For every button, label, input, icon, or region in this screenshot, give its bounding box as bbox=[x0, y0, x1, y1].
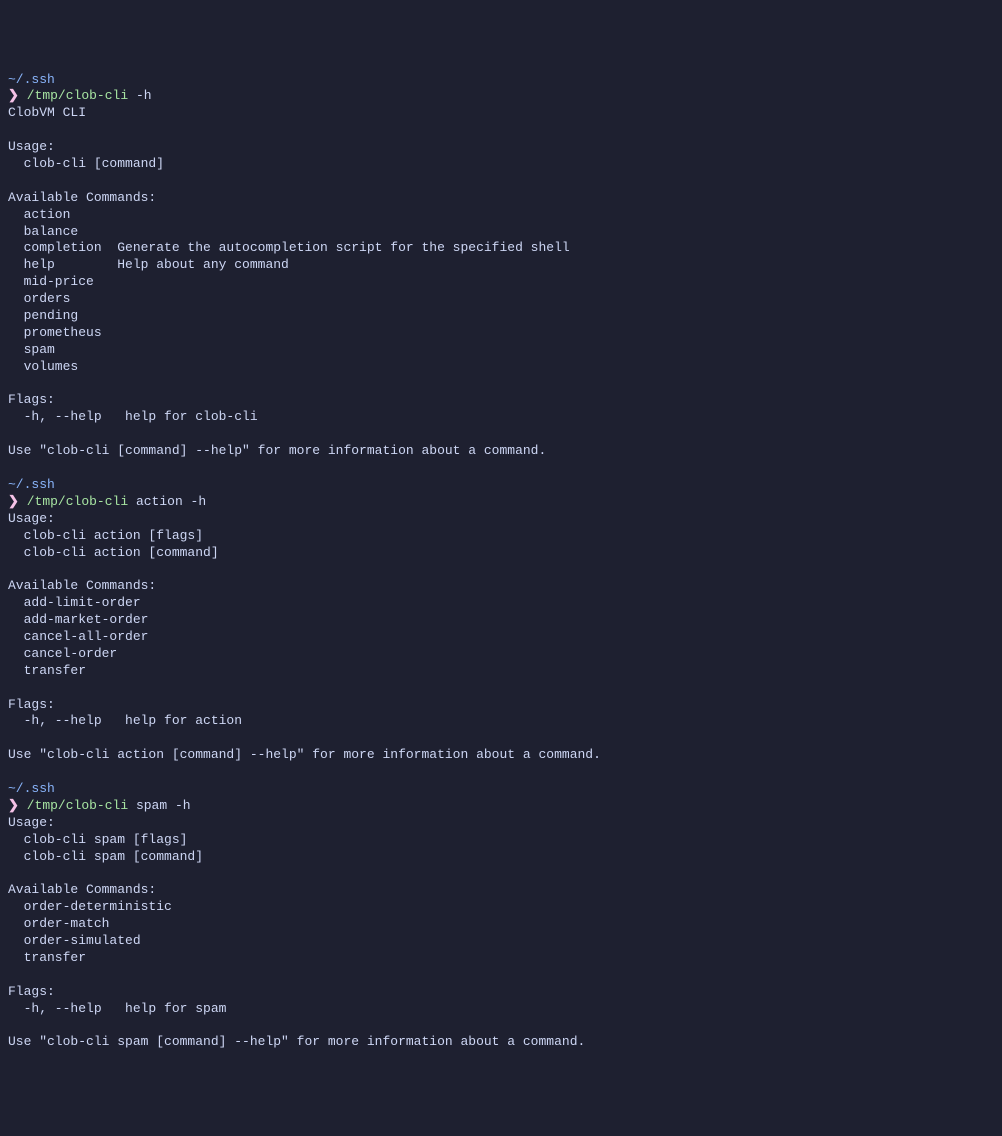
prompt-symbol: ❯ bbox=[8, 798, 19, 813]
prompt-symbol: ❯ bbox=[8, 88, 19, 103]
command-args: -h bbox=[128, 88, 151, 103]
prompt-symbol: ❯ bbox=[8, 494, 19, 509]
command-args: spam -h bbox=[128, 798, 190, 813]
command-text: /tmp/clob-cli bbox=[27, 88, 128, 103]
command-output: ClobVM CLI Usage: clob-cli [command] Ava… bbox=[8, 105, 570, 458]
cwd-path: ~/.ssh bbox=[8, 781, 55, 796]
terminal-content[interactable]: ~/.ssh ❯ /tmp/clob-cli -h ClobVM CLI Usa… bbox=[8, 72, 994, 1052]
command-output: Usage: clob-cli spam [flags] clob-cli sp… bbox=[8, 815, 585, 1050]
command-text: /tmp/clob-cli bbox=[27, 798, 128, 813]
cwd-path: ~/.ssh bbox=[8, 72, 55, 87]
command-output: Usage: clob-cli action [flags] clob-cli … bbox=[8, 511, 601, 762]
command-args: action -h bbox=[128, 494, 206, 509]
cwd-path: ~/.ssh bbox=[8, 477, 55, 492]
command-text: /tmp/clob-cli bbox=[27, 494, 128, 509]
